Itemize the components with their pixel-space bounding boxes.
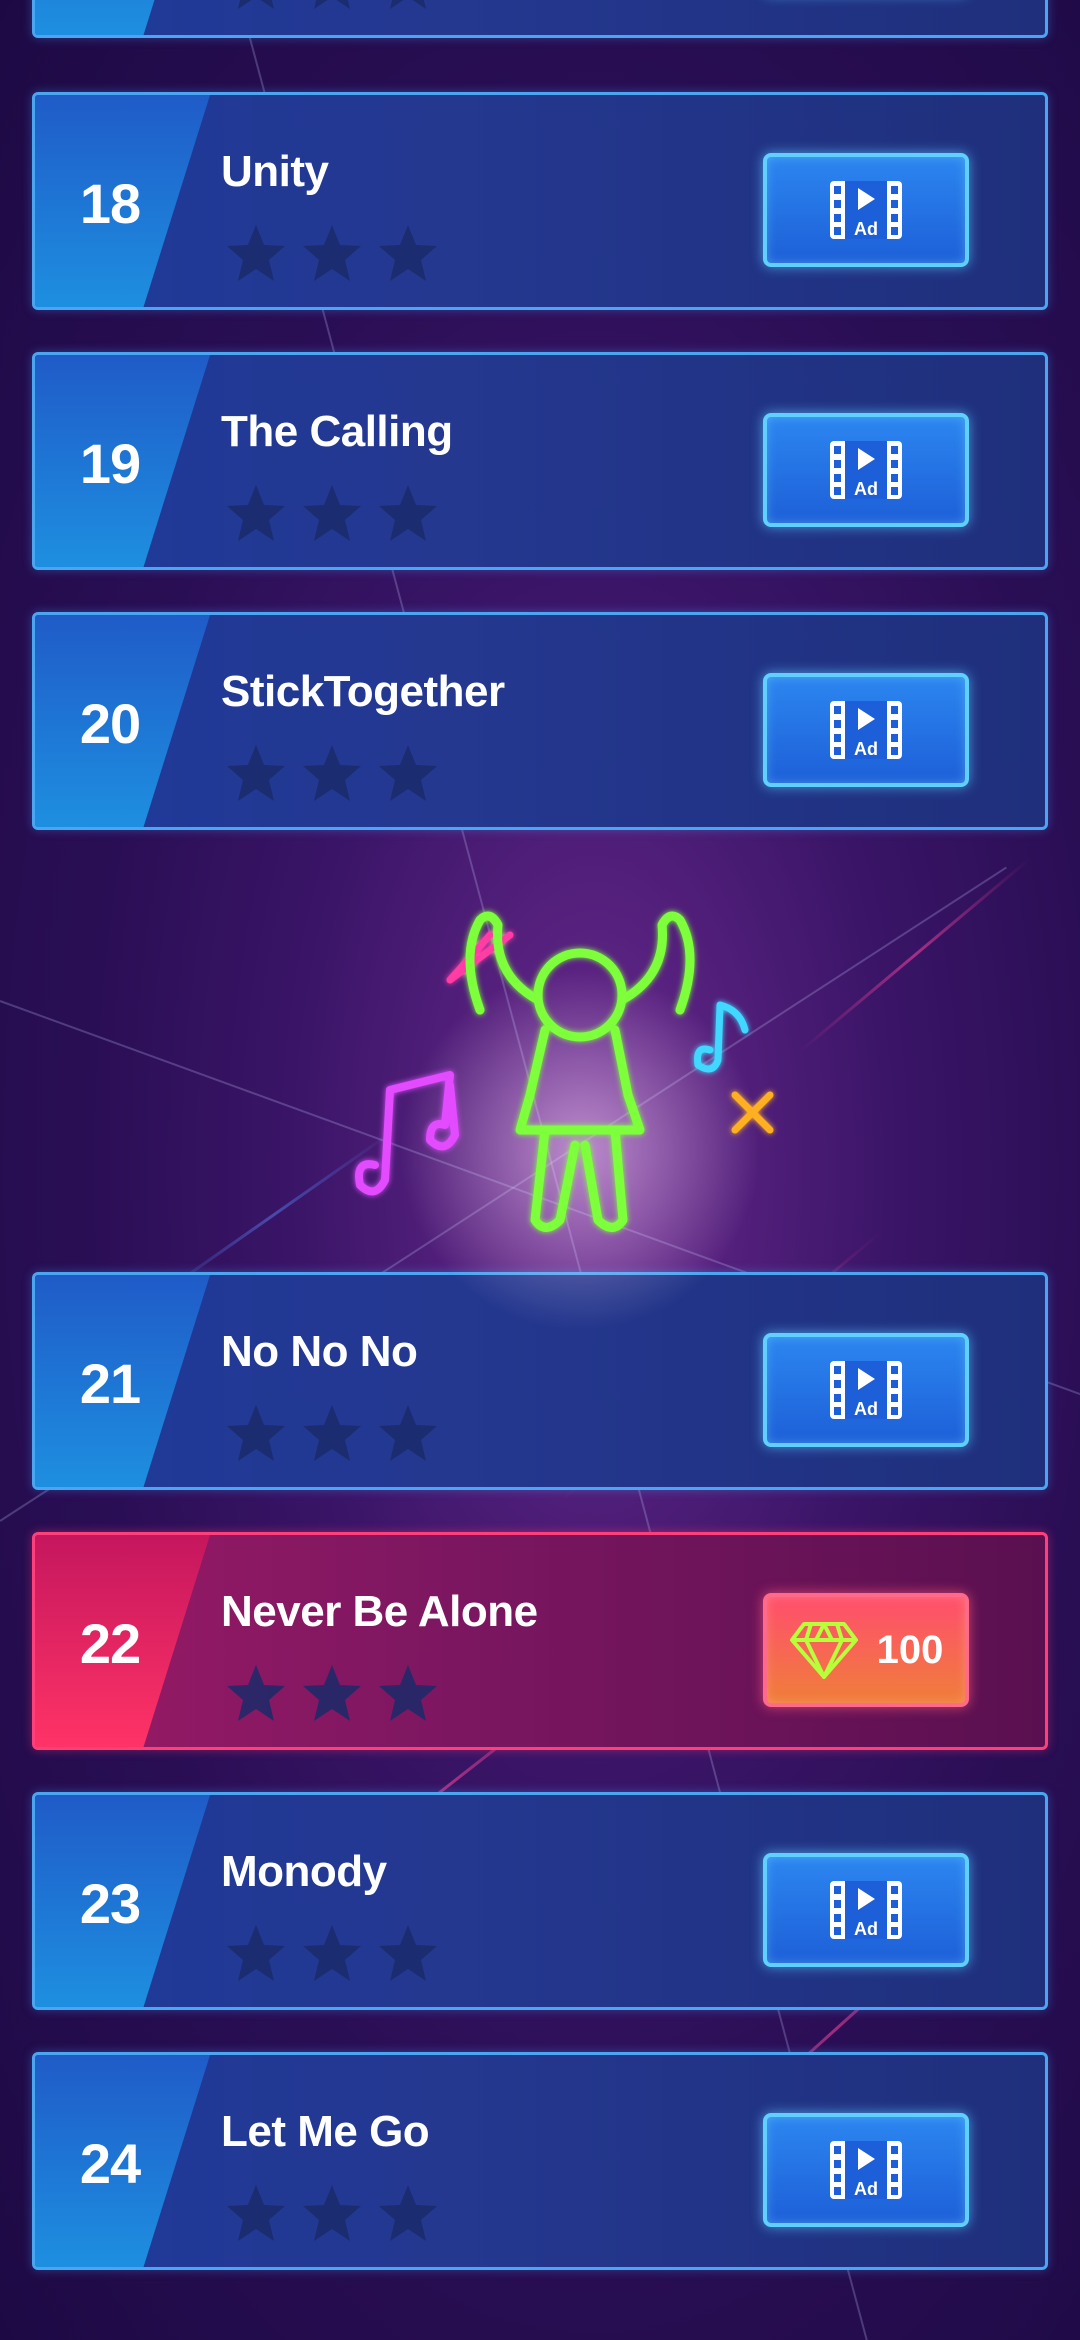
star-icon [377, 1403, 439, 1463]
star-icon [301, 1923, 363, 1983]
ad-label: Ad [854, 2179, 878, 2199]
star-icon [377, 0, 439, 11]
watch-ad-button[interactable]: Ad [763, 673, 969, 787]
star-rating [225, 743, 439, 803]
level-number: 21 [79, 1352, 141, 1415]
video-ad-icon: Ad [827, 2138, 905, 2202]
song-title: No No No [221, 1327, 418, 1376]
video-ad-icon: Ad [827, 1358, 905, 1422]
level-card-24[interactable]: 24 Let Me Go Ad [32, 2052, 1048, 2270]
video-ad-icon: Ad [827, 178, 905, 242]
level-number: 17 [35, 0, 185, 35]
star-icon [301, 1403, 363, 1463]
star-rating [225, 1403, 439, 1463]
ad-label: Ad [854, 479, 878, 499]
star-icon [301, 483, 363, 543]
song-title: Let Me Go [221, 2107, 430, 2156]
star-icon [225, 0, 287, 11]
star-icon [301, 743, 363, 803]
level-card-22[interactable]: 22 Never Be Alone 100 [32, 1532, 1048, 1750]
star-icon [301, 2183, 363, 2243]
star-rating [225, 1663, 439, 1723]
ad-label: Ad [854, 1919, 878, 1939]
star-rating [225, 0, 439, 11]
watch-ad-button[interactable]: Ad [763, 413, 969, 527]
star-rating [225, 483, 439, 543]
star-icon [225, 1663, 287, 1723]
level-card-18[interactable]: 18 Unity Ad [32, 92, 1048, 310]
watch-ad-button[interactable]: Ad [763, 1333, 969, 1447]
star-rating [225, 223, 439, 283]
song-title: Monody [221, 1847, 387, 1896]
star-icon [225, 2183, 287, 2243]
ad-label: Ad [854, 1399, 878, 1419]
level-number: 23 [79, 1872, 141, 1935]
star-icon [377, 223, 439, 283]
star-icon [225, 223, 287, 283]
level-number: 22 [79, 1612, 141, 1675]
video-ad-icon: Ad [827, 698, 905, 762]
star-icon [377, 743, 439, 803]
star-icon [377, 1923, 439, 1983]
level-number: 24 [79, 2132, 141, 2195]
star-rating [225, 2183, 439, 2243]
level-number: 19 [79, 432, 141, 495]
star-icon [301, 223, 363, 283]
song-title: Never Be Alone [221, 1587, 538, 1636]
unlock-with-gems-button[interactable]: 100 [763, 1593, 969, 1707]
star-rating [225, 1923, 439, 1983]
star-icon [377, 1663, 439, 1723]
ad-label: Ad [854, 219, 878, 239]
video-ad-icon: Ad [827, 438, 905, 502]
level-card-23[interactable]: 23 Monody Ad [32, 1792, 1048, 2010]
star-icon [225, 483, 287, 543]
star-icon [225, 743, 287, 803]
gem-icon [789, 1620, 859, 1680]
level-number: 18 [79, 172, 141, 235]
level-card-20[interactable]: 20 StickTogether Ad [32, 612, 1048, 830]
dancing-figure-illustration [330, 880, 810, 1330]
star-icon [377, 2183, 439, 2243]
star-icon [225, 1923, 287, 1983]
level-number: 20 [79, 692, 141, 755]
video-ad-icon: Ad [827, 1878, 905, 1942]
star-icon [301, 0, 363, 11]
gem-cost: 100 [876, 1627, 944, 1672]
star-icon [301, 1663, 363, 1723]
level-card-17[interactable]: 17Ad [32, 0, 1048, 38]
song-title: Unity [221, 147, 329, 196]
level-card-19[interactable]: 19 The Calling Ad [32, 352, 1048, 570]
star-icon [225, 1403, 287, 1463]
watch-ad-button[interactable]: Ad [763, 1853, 969, 1967]
ad-label: Ad [854, 739, 878, 759]
watch-ad-button[interactable]: Ad [763, 2113, 969, 2227]
song-title: StickTogether [221, 667, 505, 716]
watch-ad-button[interactable]: Ad [763, 153, 969, 267]
star-icon [377, 483, 439, 543]
song-title: The Calling [221, 407, 453, 456]
